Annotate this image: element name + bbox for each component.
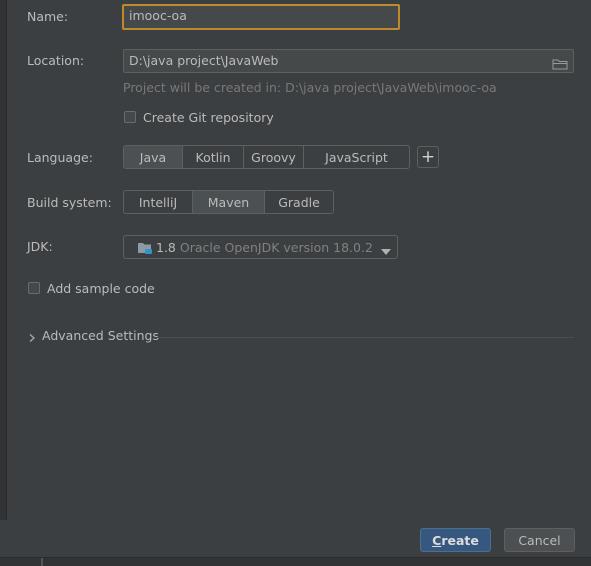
location-hint: Project will be created in: D:\java proj…	[123, 80, 497, 95]
dropdown-arrow-icon	[381, 244, 391, 255]
language-option-groovy[interactable]: Groovy	[243, 146, 303, 168]
jdk-description: Oracle OpenJDK version 18.0.2	[179, 240, 373, 255]
build-option-maven[interactable]: Maven	[192, 191, 264, 213]
location-input-value: D:\java project\JavaWeb	[129, 53, 279, 68]
build-option-intellij[interactable]: IntelliJ	[124, 191, 192, 213]
git-checkbox[interactable]	[124, 111, 136, 123]
build-system-selector: IntelliJ Maven Gradle	[123, 190, 334, 214]
build-system-label: Build system:	[27, 195, 112, 210]
language-selector: Java Kotlin Groovy JavaScript	[123, 145, 410, 169]
name-input-value: imooc-oa	[129, 8, 187, 23]
language-option-kotlin[interactable]: Kotlin	[182, 146, 243, 168]
sample-code-label[interactable]: Add sample code	[47, 281, 155, 296]
language-option-javascript[interactable]: JavaScript	[303, 146, 409, 168]
advanced-settings-divider	[156, 337, 574, 338]
language-label: Language:	[27, 150, 93, 165]
jdk-folder-icon	[137, 241, 153, 255]
create-label-rest: reate	[441, 532, 479, 548]
build-option-gradle[interactable]: Gradle	[264, 191, 333, 213]
jdk-label: JDK:	[27, 239, 53, 254]
location-input[interactable]: D:\java project\JavaWeb	[123, 49, 574, 73]
chevron-right-icon	[27, 331, 37, 342]
location-label: Location:	[27, 53, 85, 68]
cancel-button[interactable]: Cancel	[504, 528, 575, 552]
create-button[interactable]: Create	[420, 528, 491, 552]
jdk-version: 1.8	[156, 240, 176, 255]
advanced-settings-toggle[interactable]: Advanced Settings	[27, 328, 159, 343]
name-label: Name:	[27, 9, 69, 24]
language-option-java[interactable]: Java	[124, 146, 182, 168]
folder-icon[interactable]	[552, 55, 568, 70]
advanced-settings-label: Advanced Settings	[42, 328, 159, 343]
jdk-dropdown[interactable]: 1.8 Oracle OpenJDK version 18.0.2	[123, 235, 398, 259]
create-mnemonic: C	[432, 532, 442, 548]
git-checkbox-label[interactable]: Create Git repository	[143, 110, 274, 125]
left-panel-edge	[0, 0, 7, 520]
name-input[interactable]: imooc-oa	[122, 4, 400, 30]
add-language-button[interactable]: +	[417, 146, 439, 168]
sample-code-checkbox[interactable]	[28, 282, 40, 294]
